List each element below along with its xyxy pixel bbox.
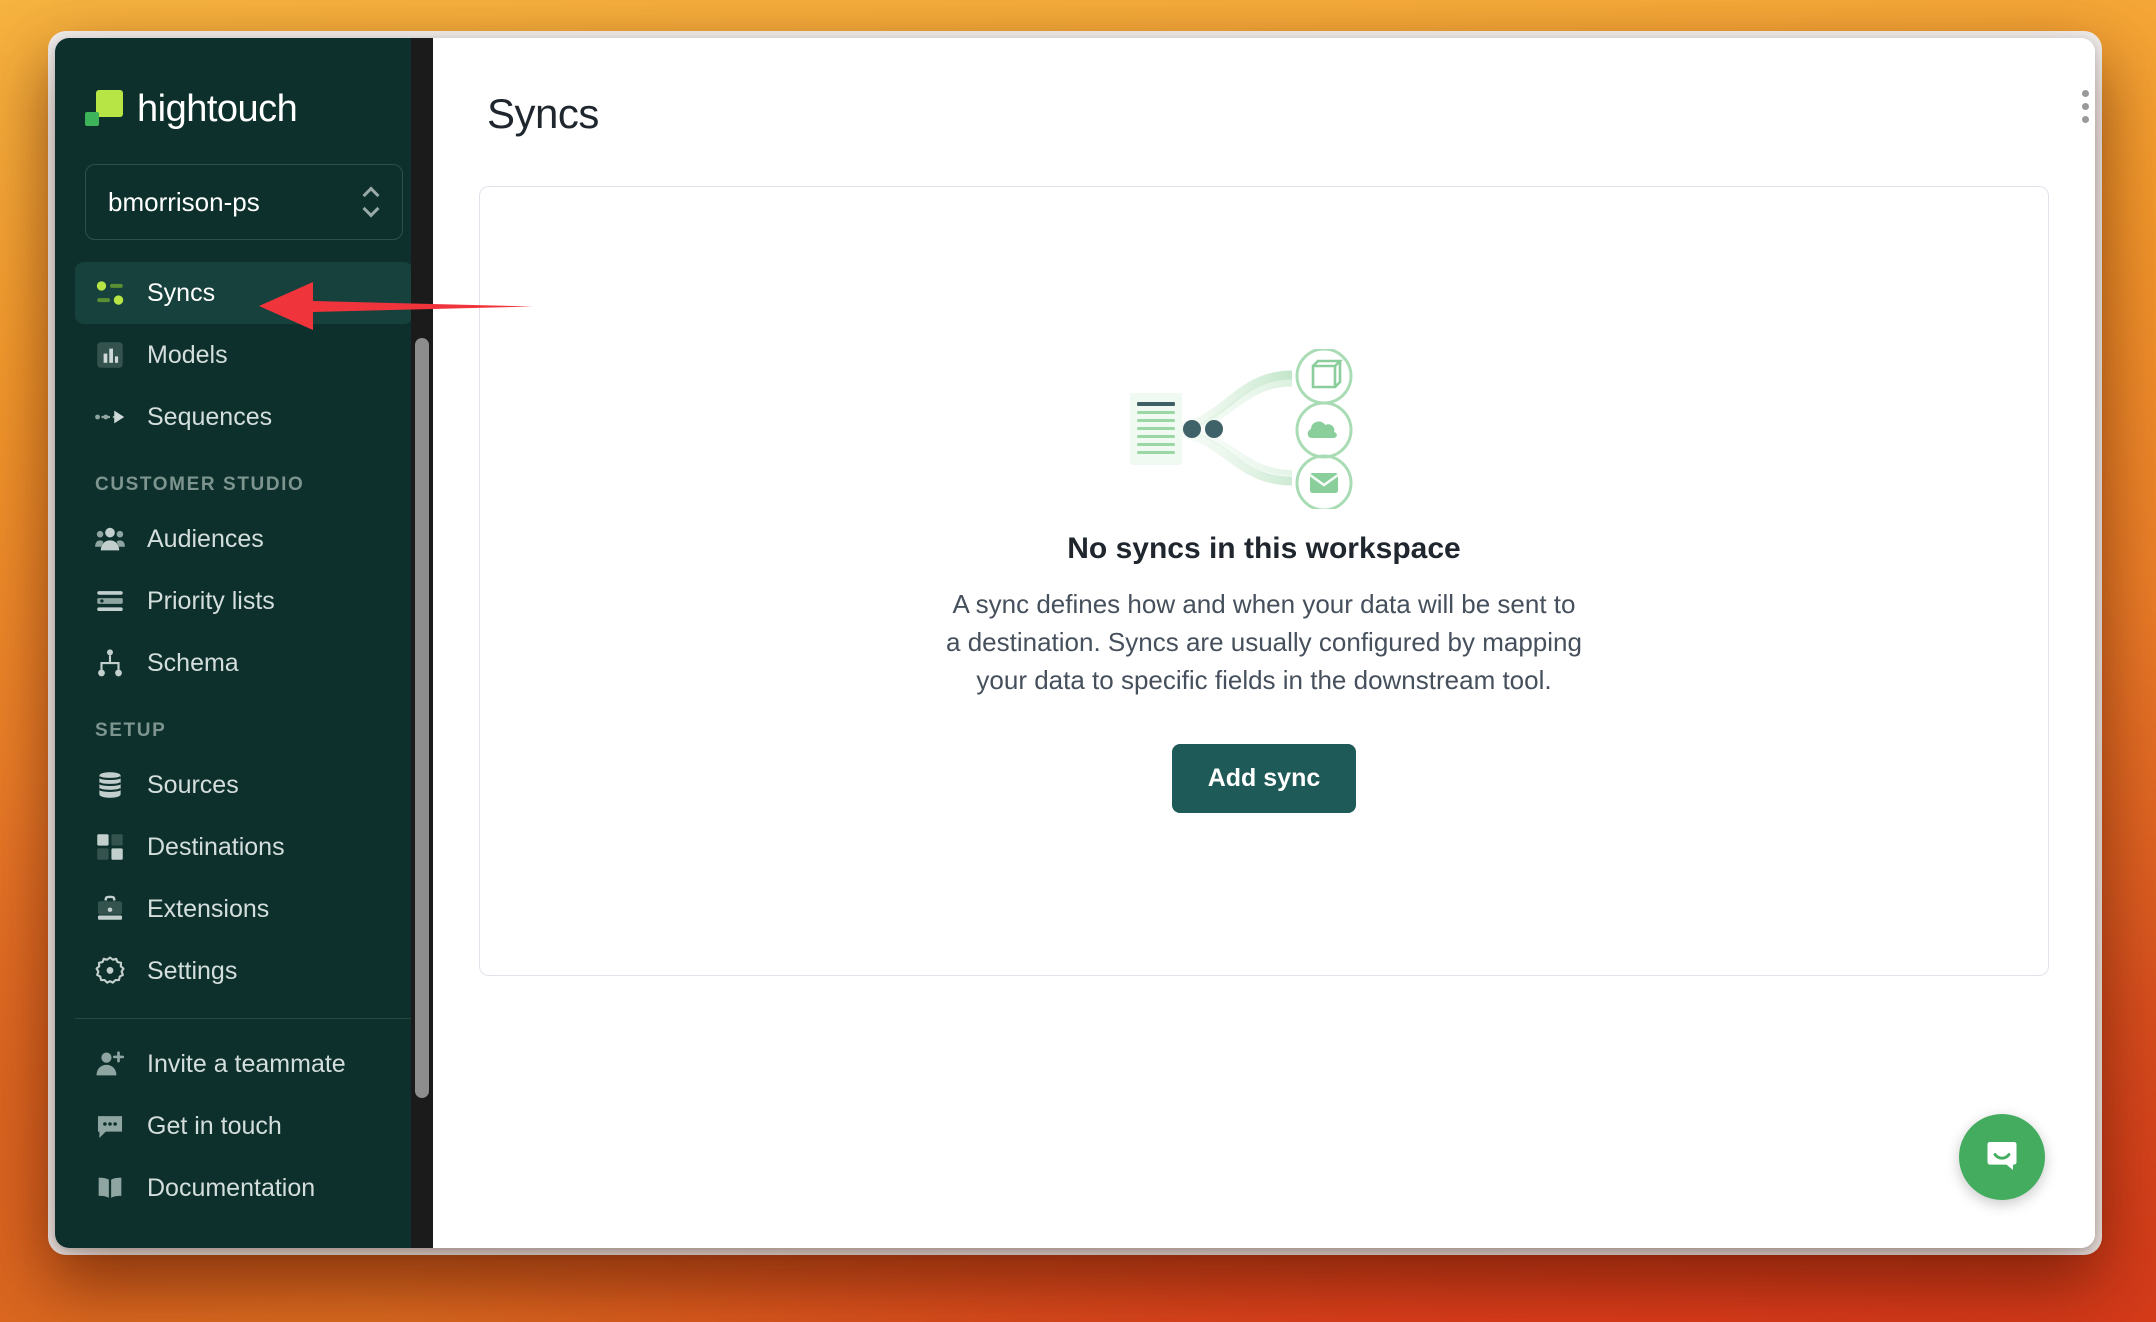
sidebar: hightouch bmorrison-ps Syncs Models Sequ… — [55, 38, 433, 1248]
sidebar-section-setup: SETUP — [95, 720, 167, 741]
hightouch-logo-icon — [85, 90, 123, 128]
sidebar-item-label: Invite a teammate — [147, 1049, 346, 1078]
app-window: hightouch bmorrison-ps Syncs Models Sequ… — [55, 38, 2095, 1248]
sidebar-item-label: Settings — [147, 956, 238, 985]
empty-state-description: A sync defines how and when your data wi… — [946, 589, 1582, 695]
sidebar-item-label: Syncs — [147, 278, 216, 307]
chat-bubble-icon — [93, 1109, 127, 1143]
sidebar-item-label: Documentation — [147, 1173, 316, 1202]
sidebar-nav: Syncs Models Sequences CUSTOMER STUDIO A… — [55, 262, 433, 1248]
chevron-up-down-icon — [362, 185, 382, 219]
workspace-name: bmorrison-ps — [108, 186, 260, 217]
add-sync-button[interactable]: Add sync — [1171, 743, 1357, 813]
sidebar-scrollbar-track[interactable] — [411, 38, 433, 1248]
destinations-grid-icon — [93, 830, 127, 864]
brand-logo[interactable]: hightouch — [55, 38, 433, 142]
sidebar-item-label: Extensions — [147, 894, 270, 923]
settings-gear-icon — [93, 954, 127, 988]
workspace-selector[interactable]: bmorrison-ps — [85, 164, 403, 240]
sidebar-item-priority-lists[interactable]: Priority lists — [75, 570, 413, 632]
sidebar-item-label: Sources — [147, 770, 239, 799]
window-scroll-indicator[interactable] — [2082, 90, 2089, 123]
sidebar-item-extensions[interactable]: Extensions — [75, 878, 413, 940]
sidebar-item-sequences[interactable]: Sequences — [75, 386, 413, 448]
intercom-launcher-button[interactable] — [1959, 1114, 2045, 1200]
sequences-icon — [93, 400, 127, 434]
sidebar-item-label: Models — [147, 340, 228, 369]
sidebar-section-customer-studio: CUSTOMER STUDIO — [95, 474, 305, 495]
sync-flow-illustration — [1114, 347, 1414, 514]
audiences-icon — [93, 522, 127, 556]
main-content: Syncs No syncs in this workspace A sync … — [433, 38, 2095, 1248]
intercom-chat-icon — [1980, 1133, 2024, 1182]
page-title: Syncs — [487, 90, 599, 137]
sidebar-item-label: Destinations — [147, 832, 285, 861]
extensions-briefcase-icon — [93, 892, 127, 926]
sidebar-item-settings[interactable]: Settings — [75, 940, 413, 1002]
cube-icon — [1295, 347, 1353, 405]
sidebar-item-get-in-touch[interactable]: Get in touch — [75, 1095, 413, 1157]
sidebar-item-label: Sequences — [147, 402, 273, 431]
sources-database-icon — [93, 768, 127, 802]
sidebar-item-documentation[interactable]: Documentation — [75, 1157, 413, 1219]
sidebar-divider — [75, 1018, 413, 1019]
syncs-icon — [93, 276, 127, 310]
book-icon — [93, 1171, 127, 1205]
empty-state-card: No syncs in this workspace A sync define… — [479, 186, 2049, 976]
sidebar-item-syncs[interactable]: Syncs — [75, 262, 413, 324]
sidebar-scrollbar-thumb[interactable] — [415, 338, 429, 1098]
sidebar-item-schema[interactable]: Schema — [75, 632, 413, 694]
sidebar-item-label: Get in touch — [147, 1111, 282, 1140]
cloud-icon — [1295, 401, 1353, 459]
brand-name: hightouch — [137, 87, 298, 130]
priority-lists-icon — [93, 584, 127, 618]
user-plus-icon — [93, 1047, 127, 1081]
envelope-icon — [1295, 454, 1353, 512]
sidebar-item-audiences[interactable]: Audiences — [75, 508, 413, 570]
sidebar-item-models[interactable]: Models — [75, 324, 413, 386]
sidebar-item-label: Schema — [147, 648, 239, 677]
sidebar-item-destinations[interactable]: Destinations — [75, 816, 413, 878]
models-icon — [93, 338, 127, 372]
schema-icon — [93, 646, 127, 680]
empty-state-title: No syncs in this workspace — [1067, 532, 1461, 566]
sidebar-item-label: Audiences — [147, 524, 264, 553]
sidebar-item-label: Priority lists — [147, 586, 275, 615]
sidebar-item-invite-teammate[interactable]: Invite a teammate — [75, 1033, 413, 1095]
sidebar-item-sources[interactable]: Sources — [75, 754, 413, 816]
